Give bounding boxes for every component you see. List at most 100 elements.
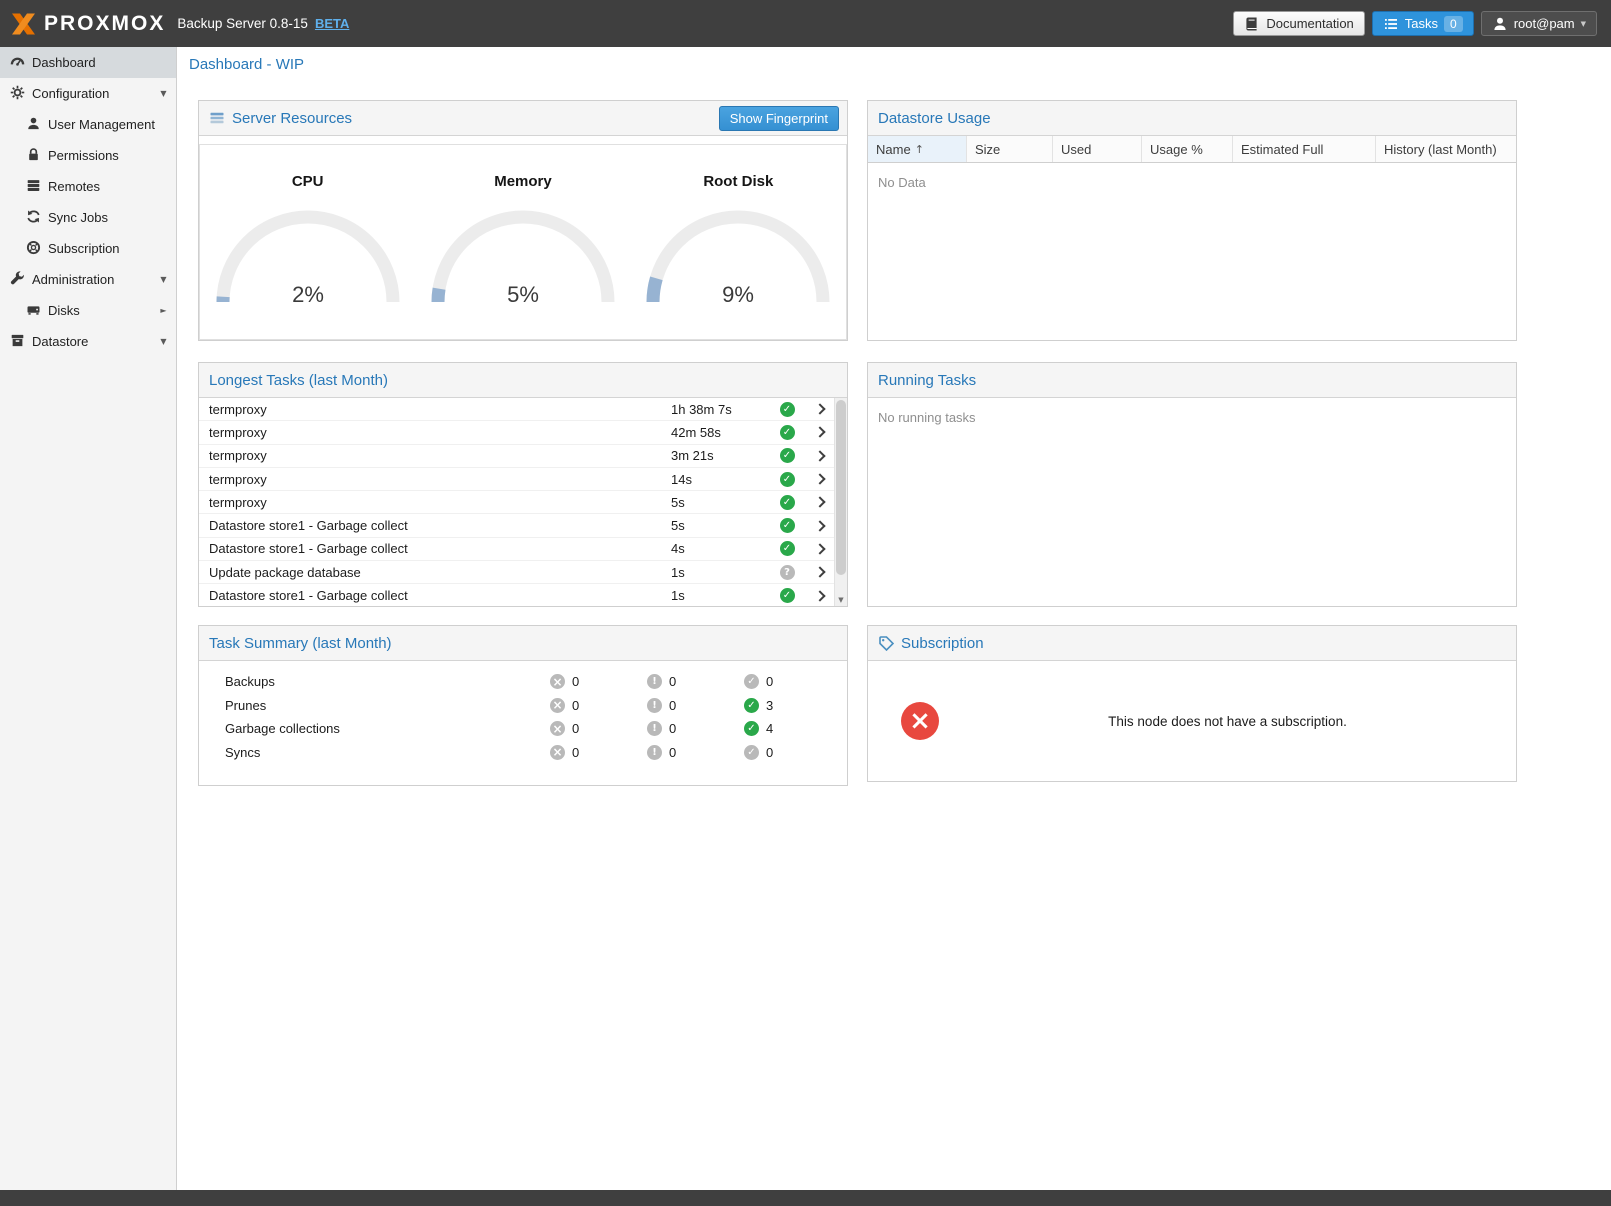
warning-count: 0 (669, 674, 676, 689)
chevron-down-icon: ▼ (1581, 20, 1586, 28)
warning-count: 0 (669, 698, 676, 713)
task-summary-panel: Task Summary (last Month) Backups 0 (198, 625, 848, 786)
expander-icon[interactable] (157, 89, 170, 98)
expander-icon[interactable] (157, 337, 170, 346)
column-header-estimated-full[interactable]: Estimated Full ↑ (1233, 136, 1376, 162)
open-task-button[interactable] (806, 405, 834, 413)
open-task-button[interactable] (806, 475, 834, 483)
task-name: Datastore store1 - Garbage collect (209, 518, 671, 533)
summary-errors-cell: 0 (550, 674, 647, 689)
open-task-button[interactable] (806, 452, 834, 460)
summary-warnings-cell: 0 (647, 721, 744, 736)
task-row[interactable]: Datastore store1 - Garbage collect 5s (199, 514, 834, 537)
sidebar-item-user-management[interactable]: User Management (0, 109, 176, 140)
column-header-name[interactable]: Name ↑ (868, 136, 967, 162)
open-task-button[interactable] (806, 545, 834, 553)
longest-tasks-header: Longest Tasks (last Month) (199, 363, 847, 398)
task-row[interactable]: termproxy 5s (199, 491, 834, 514)
sidebar-item-label: Administration (32, 272, 150, 287)
task-duration: 4s (671, 541, 768, 556)
column-header-label: Size (975, 142, 1000, 157)
summary-warnings-cell: 0 (647, 698, 744, 713)
beta-link[interactable]: BETA (315, 16, 349, 31)
error-count-icon (550, 698, 565, 713)
show-fingerprint-button[interactable]: Show Fingerprint (719, 106, 839, 131)
running-tasks-header: Running Tasks (868, 363, 1516, 398)
scroll-down-button[interactable]: ▼ (835, 593, 847, 606)
sidebar-item-sync-jobs[interactable]: Sync Jobs (0, 202, 176, 233)
column-header-usage[interactable]: Usage % ↑ (1142, 136, 1233, 162)
expander-icon[interactable] (157, 306, 170, 315)
server-resources-panel: Server Resources Show Fingerprint CPU (198, 100, 848, 341)
subscription-message: This node does not have a subscription. (939, 714, 1516, 729)
summary-ok-cell: 0 (744, 674, 841, 689)
task-status-icon (780, 541, 795, 556)
bottom-bar (0, 1190, 1611, 1206)
task-summary-title: Task Summary (last Month) (209, 635, 392, 652)
sidebar-item-dashboard[interactable]: Dashboard (0, 47, 176, 78)
task-row[interactable]: Update package database 1s (199, 561, 834, 584)
column-header-used[interactable]: Used ↑ (1053, 136, 1142, 162)
open-task-button[interactable] (806, 592, 834, 600)
longest-tasks-title: Longest Tasks (last Month) (209, 372, 388, 389)
summary-ok-cell: 3 (744, 698, 841, 713)
sidebar-item-permissions[interactable]: Permissions (0, 140, 176, 171)
task-name: termproxy (209, 448, 671, 463)
task-summary-header: Task Summary (last Month) (199, 626, 847, 661)
datastore-usage-panel: Datastore Usage Name ↑ Siz (867, 100, 1517, 341)
task-duration: 14s (671, 472, 768, 487)
chevron-right-icon (814, 450, 825, 461)
sidebar-item-subscription[interactable]: Subscription (0, 233, 176, 264)
task-status-icon (780, 495, 795, 510)
server-resources-header: Server Resources Show Fingerprint (199, 101, 847, 136)
summary-category-label: Backups (225, 674, 550, 689)
running-tasks-empty-text: No running tasks (868, 398, 1516, 606)
sort-ascending-icon: ↑ (915, 143, 924, 156)
task-row[interactable]: Datastore store1 - Garbage collect 1s (199, 584, 834, 606)
column-header-history[interactable]: History (last Month) ↑ (1376, 136, 1516, 162)
open-task-button[interactable] (806, 522, 834, 530)
sidebar-item-icon (10, 54, 25, 72)
column-header-label: Estimated Full (1241, 142, 1323, 157)
error-count: 0 (572, 721, 579, 736)
task-row[interactable]: Datastore store1 - Garbage collect 4s (199, 538, 834, 561)
bars-icon (209, 110, 225, 126)
summary-ok-cell: 4 (744, 721, 841, 736)
column-header-size[interactable]: Size ↑ (967, 136, 1053, 162)
sidebar-item-icon (26, 240, 41, 258)
chevron-right-icon (814, 403, 825, 414)
sidebar-item-icon (26, 147, 41, 165)
task-status-icon (780, 565, 795, 580)
task-row[interactable]: termproxy 3m 21s (199, 445, 834, 468)
task-row[interactable]: termproxy 1h 38m 7s (199, 398, 834, 421)
expander-icon[interactable] (157, 275, 170, 284)
scrollbar-thumb[interactable] (836, 400, 846, 575)
sidebar-item-label: Subscription (48, 241, 150, 256)
sidebar-item-configuration[interactable]: Configuration (0, 78, 176, 109)
sidebar-item-disks[interactable]: Disks (0, 295, 176, 326)
brand-wordmark: PROXMOX (44, 12, 165, 36)
user-menu-button[interactable]: root@pam ▼ (1481, 11, 1597, 36)
task-duration: 1s (671, 588, 768, 603)
task-row[interactable]: termproxy 14s (199, 468, 834, 491)
sidebar-item-label: User Management (48, 117, 155, 132)
sidebar-item-datastore[interactable]: Datastore (0, 326, 176, 357)
task-row[interactable]: termproxy 42m 58s (199, 421, 834, 444)
documentation-button[interactable]: Documentation (1233, 11, 1364, 36)
subscription-title: Subscription (901, 635, 984, 652)
open-task-button[interactable] (806, 498, 834, 506)
open-task-button[interactable] (806, 428, 834, 436)
sidebar-item-label: Sync Jobs (48, 210, 150, 225)
task-name: termproxy (209, 472, 671, 487)
tasks-button[interactable]: Tasks 0 (1372, 11, 1474, 36)
gauge-title: Memory (415, 173, 630, 190)
subscription-panel: Subscription × This node does not have a… (867, 625, 1517, 782)
sidebar-item-administration[interactable]: Administration (0, 264, 176, 295)
task-list-icon (1383, 16, 1399, 32)
sidebar-item-remotes[interactable]: Remotes (0, 171, 176, 202)
scrollbar-track[interactable]: ▼ (834, 398, 847, 606)
open-task-button[interactable] (806, 568, 834, 576)
running-tasks-title: Running Tasks (878, 372, 976, 389)
subscription-body: × This node does not have a subscription… (868, 661, 1516, 781)
sidebar-item-icon (10, 85, 25, 103)
